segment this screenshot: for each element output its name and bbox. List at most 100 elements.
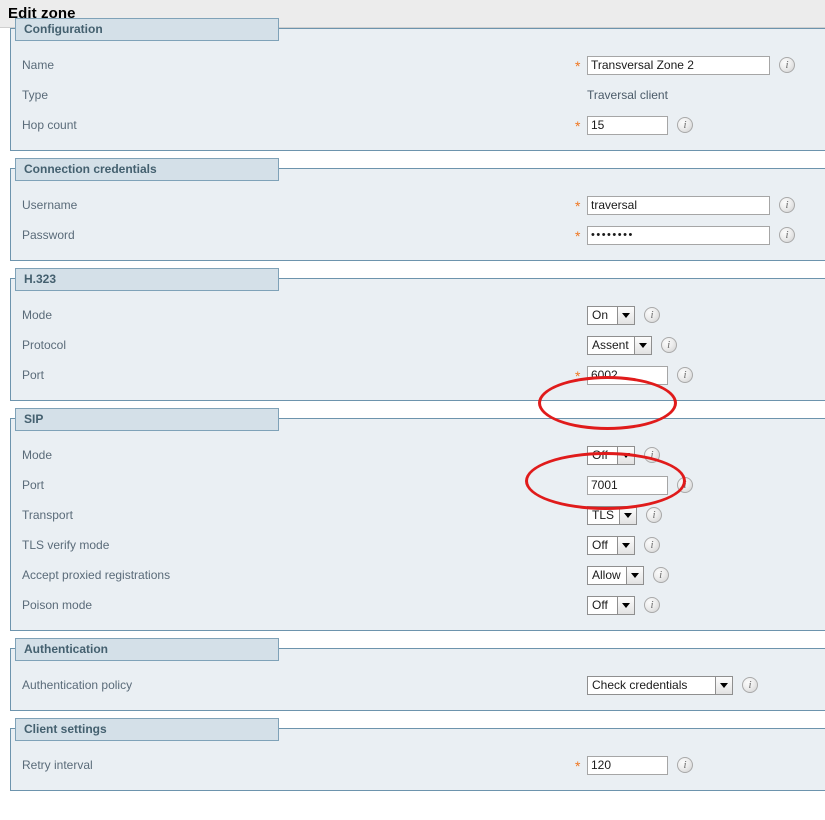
text-input[interactable] [587, 195, 770, 215]
required-marker: * [575, 309, 587, 323]
text-input[interactable] [587, 365, 668, 385]
section-authentication: Authentication Authentication policy * Chec… [10, 638, 825, 711]
dropdown[interactable]: TLS [587, 505, 638, 525]
field-label: Port [22, 478, 45, 492]
dropdown-value: Off [592, 597, 608, 612]
required-marker: * [575, 118, 581, 134]
field-label: Username [22, 198, 78, 212]
dropdown-value: Allow [592, 567, 621, 582]
text-input[interactable] [587, 755, 668, 775]
dropdown[interactable]: Off [587, 535, 635, 555]
chevron-down-icon[interactable] [633, 336, 651, 354]
info-icon[interactable]: i [779, 227, 795, 243]
info-icon[interactable]: i [646, 507, 663, 523]
field-label: TLS verify mode [22, 538, 110, 552]
required-marker: * [575, 599, 587, 613]
dropdown-value: TLS [592, 507, 615, 522]
field-label: Retry interval [22, 758, 93, 772]
chevron-down-icon[interactable] [625, 566, 643, 584]
section-body: Mode*OffiPort*iTransport*TLSiTLS verify … [11, 419, 825, 630]
info-icon[interactable]: i [677, 757, 693, 773]
info-icon[interactable]: i [677, 477, 693, 493]
field-control: * Assent i [575, 335, 677, 355]
dropdown[interactable]: Assent [587, 335, 652, 355]
section-body: Username*iPassword*i [11, 169, 825, 260]
section-legend: Client settings [15, 718, 279, 741]
field-control: Traversal client [575, 88, 668, 102]
section-body: Mode*OniProtocol*AssentiPort*i [11, 279, 825, 400]
password-input[interactable] [587, 225, 770, 245]
required-marker: * [575, 58, 581, 74]
field-label: Password [22, 228, 75, 242]
field-control: * Check credentials i [575, 675, 758, 695]
info-icon[interactable]: i [779, 57, 795, 73]
form-row: Protocol * Assent i [11, 330, 825, 360]
dropdown[interactable]: Off [587, 445, 635, 465]
required-marker: * [575, 198, 581, 214]
dropdown[interactable]: On [587, 305, 635, 325]
dropdown-value: Off [592, 447, 608, 462]
dropdown[interactable]: Check credentials [587, 675, 733, 695]
form-row: Name*i [11, 50, 825, 80]
form-row: Authentication policy * Check credentials i [11, 670, 825, 700]
field-control: *i [575, 225, 795, 245]
text-input[interactable] [587, 55, 770, 75]
form-sections: ConfigurationName*iTypeTraversal clientH… [0, 18, 825, 791]
form-row: Type Traversal client [11, 80, 825, 110]
static-value: Traversal client [587, 88, 668, 102]
section-client-settings: Client settingsRetry interval*i [10, 718, 825, 791]
info-icon[interactable]: i [742, 677, 758, 693]
section-h-323: H.323Mode*OniProtocol*AssentiPort*i [10, 268, 825, 401]
field-label: Type [22, 88, 49, 102]
text-input[interactable] [587, 115, 668, 135]
info-icon[interactable]: i [644, 597, 660, 613]
field-control: * On i [575, 305, 660, 325]
info-icon[interactable]: i [644, 537, 660, 553]
field-label: Transport [22, 508, 73, 522]
info-icon[interactable]: i [644, 307, 660, 323]
form-row: Username * i [11, 190, 825, 220]
section-legend: SIP [15, 408, 279, 431]
field-control: * Off i [575, 445, 660, 465]
form-row: Hop count*i [11, 110, 825, 140]
section-sip: SIPMode*OffiPort*iTransport*TLSiTLS veri… [10, 408, 825, 631]
required-marker: * [575, 509, 587, 523]
chevron-down-icon[interactable] [617, 536, 634, 554]
form-row: TLS verify mode * Off i [11, 530, 825, 560]
field-control: *i [575, 475, 693, 495]
dropdown-value: Assent [592, 337, 629, 352]
field-control: *i [575, 55, 795, 75]
section-legend: Configuration [15, 18, 279, 41]
section-legend: H.323 [15, 268, 279, 291]
form-row: Accept proxied registrations * Allow i [11, 560, 825, 590]
info-icon[interactable]: i [677, 367, 693, 383]
form-row: Transport * TLS i [11, 500, 825, 530]
field-control: * Off i [575, 595, 660, 615]
info-icon[interactable]: i [660, 337, 677, 353]
chevron-down-icon[interactable] [617, 596, 634, 614]
field-control: * Allow i [575, 565, 669, 585]
chevron-down-icon[interactable] [617, 446, 634, 464]
chevron-down-icon[interactable] [617, 306, 634, 324]
required-marker: * [575, 339, 587, 353]
field-label: Authentication policy [22, 678, 133, 692]
dropdown[interactable]: Off [587, 595, 635, 615]
text-input[interactable] [587, 475, 668, 495]
info-icon[interactable]: i [677, 117, 693, 133]
section-configuration: ConfigurationName*iTypeTraversal clientH… [10, 18, 825, 151]
section-body: Name*iTypeTraversal clientHop count*i [11, 29, 825, 150]
required-marker: * [575, 569, 587, 583]
form-row: Mode * Off i [11, 440, 825, 470]
dropdown[interactable]: Allow [587, 565, 644, 585]
info-icon[interactable]: i [779, 197, 795, 213]
info-icon[interactable]: i [652, 567, 669, 583]
field-label: Name [22, 58, 55, 72]
dropdown-value: Check credentials [592, 677, 688, 692]
info-icon[interactable]: i [644, 447, 660, 463]
field-label: Mode [22, 448, 53, 462]
field-control: * TLS i [575, 505, 663, 525]
field-label: Accept proxied registrations [22, 568, 171, 582]
chevron-down-icon[interactable] [619, 506, 637, 524]
dropdown-value: Off [592, 537, 608, 552]
chevron-down-icon[interactable] [715, 676, 732, 694]
